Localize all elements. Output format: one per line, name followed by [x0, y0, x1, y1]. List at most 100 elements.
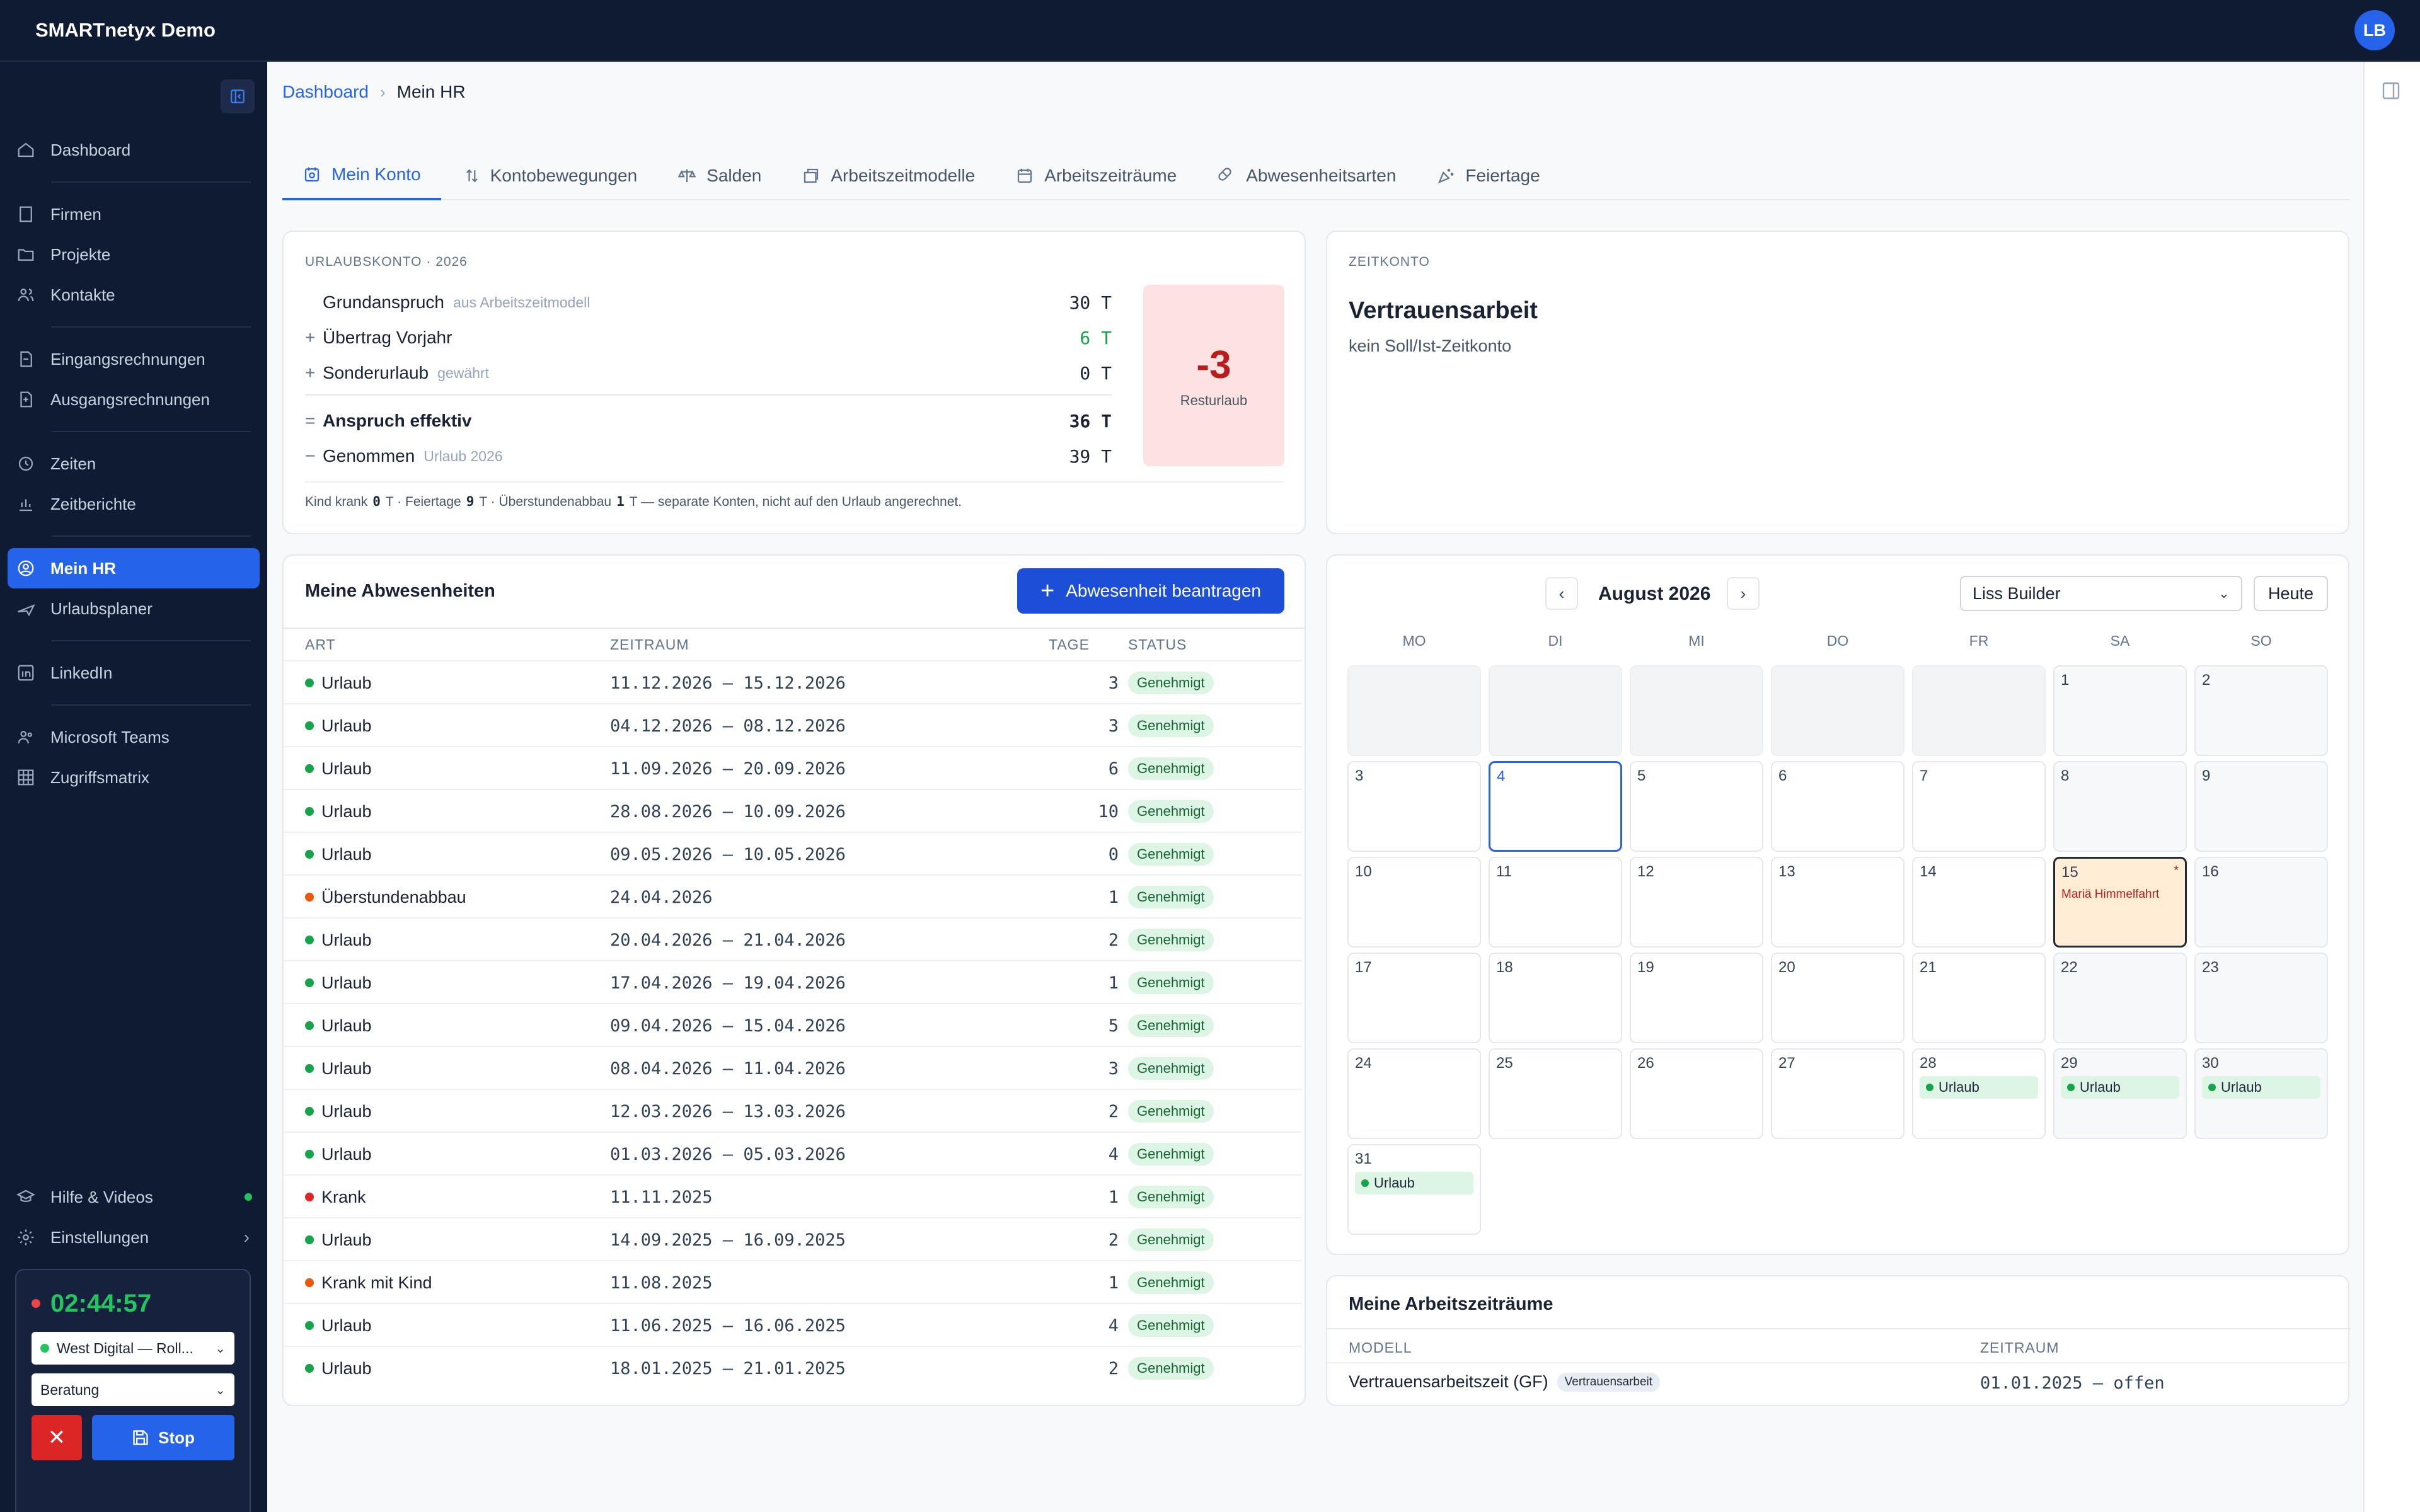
tab-arbeitszeitmodelle[interactable]: Arbeitszeitmodelle [781, 151, 995, 200]
table-row[interactable]: Urlaub 11.06.2025 – 16.06.2025 4 Genehmigt [284, 1303, 1302, 1346]
calendar-day-cell[interactable]: 11 [1489, 857, 1622, 948]
table-row[interactable]: Urlaub 08.04.2026 – 11.04.2026 3 Genehmigt [284, 1046, 1302, 1089]
table-row[interactable]: Krank mit Kind 11.08.2025 1 Genehmigt [284, 1260, 1302, 1303]
sidebar-item-linkedin[interactable]: LinkedIn [8, 653, 260, 693]
calendar-event[interactable]: Urlaub [1355, 1172, 1473, 1194]
calendar-day-cell[interactable]: 20 [1771, 953, 1904, 1043]
stop-button-label: Stop [158, 1428, 195, 1447]
calendar-day-cell[interactable]: 23 [2194, 953, 2328, 1043]
breadcrumb-dashboard-link[interactable]: Dashboard [282, 82, 369, 102]
calendar-event[interactable]: Urlaub [2202, 1076, 2320, 1099]
calendar-day-cell[interactable]: 31 Urlaub [1347, 1144, 1481, 1235]
tab-salden[interactable]: Salden [657, 151, 781, 200]
calendar-day-cell[interactable]: 28 Urlaub [1912, 1048, 2046, 1139]
sidebar-item-ausgangsrechnungen[interactable]: Ausgangsrechnungen [8, 379, 260, 420]
table-row[interactable]: Urlaub 14.09.2025 – 16.09.2025 2 Genehmigt [284, 1217, 1302, 1260]
activity-select[interactable]: Beratung ⌄ [32, 1373, 234, 1406]
calendar-day-cell[interactable]: 13 [1771, 857, 1904, 948]
footnote-value: 0 [372, 494, 381, 509]
table-row[interactable]: Urlaub 12.03.2026 – 13.03.2026 2 Genehmigt [284, 1089, 1302, 1131]
panel-toggle-button[interactable] [2381, 81, 2401, 104]
tab-kontobewegungen[interactable]: Kontobewegungen [441, 151, 658, 200]
calendar-day-cell[interactable]: 18 [1489, 953, 1622, 1043]
sidebar-item-urlaubsplaner[interactable]: Urlaubsplaner [8, 588, 260, 629]
calendar-day-cell[interactable]: 9 [2194, 761, 2328, 852]
tab-bar: Mein Konto Kontobewegungen Salden Arbeitsze… [282, 151, 2349, 200]
table-row[interactable]: Urlaub 04.12.2026 – 08.12.2026 3 Genehmigt [284, 703, 1302, 746]
tab-arbeitszeiträume[interactable]: Arbeitszeiträume [995, 151, 1197, 200]
calendar-day-cell[interactable]: 7 [1912, 761, 2046, 852]
day-number: 15 [2061, 864, 2078, 881]
calendar-day-cell[interactable]: 22 [2053, 953, 2187, 1043]
sidebar-item-kontakte[interactable]: Kontakte [8, 275, 260, 315]
calendar-day-cell[interactable]: 17 [1347, 953, 1481, 1043]
table-row[interactable]: Krank 11.11.2025 1 Genehmigt [284, 1174, 1302, 1217]
sidebar-item-zeiten[interactable]: Zeiten [8, 444, 260, 484]
calendar-day-cell[interactable]: 10 [1347, 857, 1481, 948]
calendar-day-cell[interactable]: 5 [1630, 761, 1763, 852]
stop-button[interactable]: Stop [92, 1415, 234, 1460]
calendar-day-cell[interactable]: 27 [1771, 1048, 1904, 1139]
calendar-day-cell[interactable]: 4 [1489, 761, 1622, 852]
calendar-day-cell[interactable]: 6 [1771, 761, 1904, 852]
calendar-day-cell[interactable]: 8 [2053, 761, 2187, 852]
sidebar-item-label: Zeiten [50, 454, 96, 473]
table-row[interactable]: Urlaub 09.05.2026 – 10.05.2026 0 Genehmigt [284, 832, 1302, 874]
calendar-day-cell[interactable]: 21 [1912, 953, 2046, 1043]
calendar-day-cell[interactable]: 16 [2194, 857, 2328, 948]
today-button[interactable]: Heute [2254, 576, 2328, 611]
calendar-event[interactable]: Urlaub [1920, 1076, 2038, 1099]
calendar-day-cell[interactable]: 24 [1347, 1048, 1481, 1139]
avatar[interactable]: LB [2354, 10, 2395, 50]
calendar-day-cell[interactable]: 14 [1912, 857, 2046, 948]
calendar-day-cell[interactable]: 25 [1489, 1048, 1622, 1139]
sidebar-item-zugriffsmatrix[interactable]: Zugriffsmatrix [8, 757, 260, 798]
calendar-day-cell[interactable]: 26 [1630, 1048, 1763, 1139]
calendar-day-cell[interactable]: 2 [2194, 665, 2328, 756]
discard-button[interactable]: ✕ [32, 1415, 82, 1460]
cell-zeitraum: 11.12.2026 – 15.12.2026 [610, 673, 846, 693]
calendar-day-cell[interactable]: 15 * Mariä Himmelfahrt [2053, 857, 2187, 948]
sidebar-item-projekte[interactable]: Projekte [8, 234, 260, 275]
sidebar-item-mein-hr[interactable]: Mein HR [8, 548, 260, 588]
table-row[interactable]: Urlaub 28.08.2026 – 10.09.2026 10 Genehmigt [284, 789, 1302, 832]
sidebar-item-dashboard[interactable]: Dashboard [8, 130, 260, 170]
request-absence-button[interactable]: + Abwesenheit beantragen [1017, 568, 1284, 614]
tab-abwesenheitsarten[interactable]: Abwesenheitsarten [1197, 151, 1416, 200]
sidebar-item-zeitberichte[interactable]: Zeitberichte [8, 484, 260, 524]
day-number: 8 [2061, 767, 2070, 784]
sidebar-item-firmen[interactable]: Firmen [8, 194, 260, 234]
person-select[interactable]: Liss Builder ⌄ [1960, 576, 2242, 611]
calendar-event[interactable]: Urlaub [2061, 1076, 2179, 1099]
table-row[interactable]: Urlaub 01.03.2026 – 05.03.2026 4 Genehmigt [284, 1131, 1302, 1174]
table-row[interactable]: Überstundenabbau 24.04.2026 1 Genehmigt [284, 874, 1302, 917]
table-row[interactable]: Vertrauensarbeitszeit (GF) Vertrauensarb… [1349, 1372, 1661, 1392]
sidebar-item-settings[interactable]: Einstellungen › [8, 1217, 260, 1257]
calendar-day-cell[interactable]: 12 [1630, 857, 1763, 948]
cell-tage: 2 [1108, 1230, 1119, 1250]
calendar-day-cell[interactable]: 19 [1630, 953, 1763, 1043]
value-number: 0 [1080, 362, 1091, 384]
table-row[interactable]: Urlaub 20.04.2026 – 21.04.2026 2 Genehmigt [284, 917, 1302, 960]
urlaubskonto-row: + Sonderurlaub gewährt 0 T [305, 355, 1112, 391]
sidebar-item-microsoft-teams[interactable]: Microsoft Teams [8, 717, 260, 757]
table-row[interactable]: Urlaub 17.04.2026 – 19.04.2026 1 Genehmigt [284, 960, 1302, 1003]
next-month-button[interactable]: › [1727, 577, 1760, 610]
table-row[interactable]: Urlaub 11.09.2026 – 20.09.2026 6 Genehmigt [284, 746, 1302, 789]
status-badge: Genehmigt [1128, 1143, 1214, 1166]
calendar-day-cell[interactable]: 29 Urlaub [2053, 1048, 2187, 1139]
table-row[interactable]: Urlaub 11.12.2026 – 15.12.2026 3 Genehmigt [284, 660, 1302, 703]
tab-mein konto[interactable]: Mein Konto [282, 151, 441, 200]
tab-feiertage[interactable]: Feiertage [1416, 151, 1560, 200]
calendar-day-cell[interactable]: 30 Urlaub [2194, 1048, 2328, 1139]
calendar-day-cell[interactable]: 3 [1347, 761, 1481, 852]
calendar-day-cell[interactable]: 1 [2053, 665, 2187, 756]
sidebar-item-label: Kontakte [50, 285, 115, 304]
table-row[interactable]: Urlaub 18.01.2025 – 21.01.2025 2 Genehmigt [284, 1346, 1302, 1389]
table-row[interactable]: Urlaub 09.04.2026 – 15.04.2026 5 Genehmigt [284, 1003, 1302, 1046]
project-select[interactable]: West Digital — Roll... ⌄ [32, 1332, 234, 1365]
sidebar-item-eingangsrechnungen[interactable]: Eingangsrechnungen [8, 339, 260, 379]
sidebar-item-help[interactable]: Hilfe & Videos [8, 1177, 260, 1217]
prev-month-button[interactable]: ‹ [1545, 577, 1578, 610]
sidebar-collapse-button[interactable] [221, 79, 255, 113]
